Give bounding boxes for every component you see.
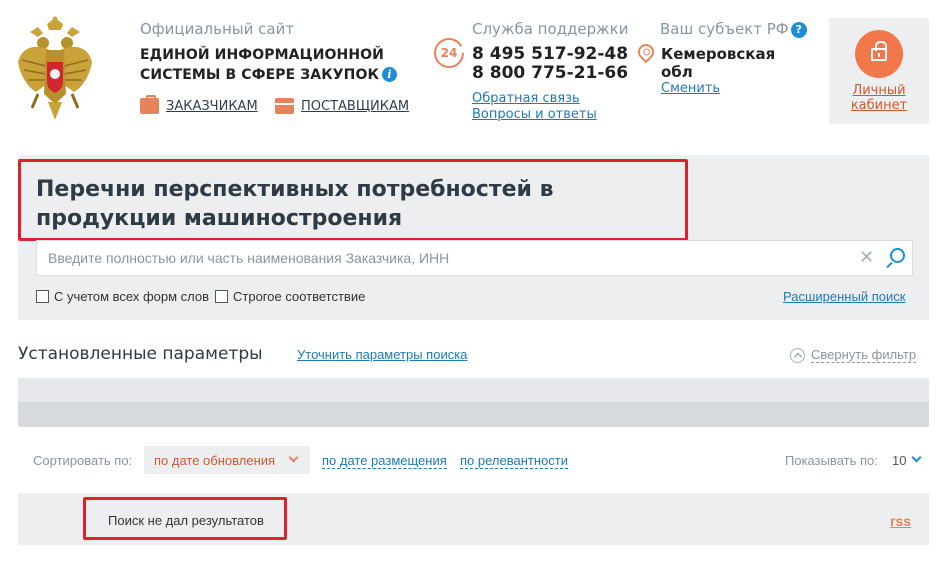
chevron-down-icon (288, 452, 299, 463)
search-input[interactable] (37, 241, 837, 275)
chevron-up-icon (790, 347, 805, 363)
site-title-line2: СИСТЕМЫ В СФЕРЕ ЗАКУПОК (140, 67, 380, 83)
rss-link[interactable]: rss (890, 513, 911, 529)
feedback-link[interactable]: Обратная связь (472, 91, 580, 106)
clear-icon[interactable]: ✕ (859, 248, 874, 268)
chevron-down-icon[interactable] (911, 452, 922, 463)
page-size-select[interactable]: 10 (892, 453, 906, 468)
page-size-label: Показывать по: (785, 453, 878, 468)
change-region-link[interactable]: Сменить (661, 81, 720, 96)
lock-icon-circle (855, 30, 903, 78)
results-panel: Поиск не дал результатов rss (18, 493, 929, 545)
page-title: Перечни перспективных потребностей в про… (36, 177, 554, 231)
refine-search-link[interactable]: Уточнить параметры поиска (297, 347, 467, 362)
collapse-filter-label: Свернуть фильтр (811, 347, 917, 363)
params-bar (18, 378, 929, 402)
word-forms-option[interactable]: С учетом всех форм слов (36, 289, 209, 304)
advanced-search-link[interactable]: Расширенный поиск (783, 289, 905, 304)
collapse-filter-button[interactable]: Свернуть фильтр (790, 347, 917, 363)
region-title: Ваш субъект РФ? (660, 20, 807, 38)
search-icon[interactable] (885, 247, 907, 269)
support-phone-1: 8 495 517-92-48 (472, 44, 629, 64)
support-title: Служба поддержки (472, 20, 629, 38)
lock-icon (871, 41, 887, 61)
box-icon (275, 98, 294, 114)
sort-by-placement-link[interactable]: по дате размещения (322, 453, 447, 469)
search-field: ✕ (36, 240, 913, 276)
site-subtitle: Официальный сайт (140, 20, 295, 38)
location-pin-icon (634, 40, 658, 64)
sort-selected-value: по дате обновления (154, 452, 276, 468)
personal-cabinet-label: Личный кабинет (850, 83, 908, 113)
coat-of-arms-icon (18, 16, 92, 120)
region-name: Кемеровская обл (661, 45, 776, 81)
word-forms-label: С учетом всех форм слов (54, 289, 210, 304)
sort-select[interactable]: по дате обновления (144, 446, 310, 474)
faq-link[interactable]: Вопросы и ответы (472, 107, 597, 122)
region-title-label: Ваш субъект РФ (660, 20, 789, 38)
help-icon[interactable]: ? (790, 22, 807, 38)
strict-match-checkbox[interactable] (215, 290, 228, 303)
support-24h-icon: 24 (434, 38, 464, 68)
strict-match-option[interactable]: Строгое соответствие (215, 289, 365, 304)
customers-link-label: ЗАКАЗЧИКАМ (166, 98, 258, 114)
params-bar-secondary (18, 402, 929, 427)
params-title: Установленные параметры (18, 344, 263, 364)
word-forms-checkbox[interactable] (36, 290, 49, 303)
empty-results-message: Поиск не дал результатов (108, 513, 264, 528)
support-phone-2: 8 800 775-21-66 (472, 63, 629, 83)
suppliers-link-label: ПОСТАВЩИКАМ (301, 98, 410, 114)
personal-cabinet-button[interactable]: Личный кабинет (829, 18, 929, 124)
info-icon[interactable]: i (382, 67, 398, 82)
customers-link[interactable]: ЗАКАЗЧИКАМ (140, 95, 258, 114)
site-title-line1: ЕДИНОЙ ИНФОРМАЦИОННОЙ (140, 47, 384, 63)
briefcase-icon (140, 95, 159, 114)
site-title[interactable]: ЕДИНОЙ ИНФОРМАЦИОННОЙ СИСТЕМЫ В СФЕРЕ ЗА… (140, 45, 398, 85)
sort-by-relevance-link[interactable]: по релевантности (460, 453, 568, 469)
strict-match-label: Строгое соответствие (233, 289, 366, 304)
suppliers-link[interactable]: ПОСТАВЩИКАМ (275, 98, 409, 114)
sort-label: Сортировать по: (33, 453, 133, 468)
search-panel: Перечни перспективных потребностей в про… (18, 155, 929, 320)
